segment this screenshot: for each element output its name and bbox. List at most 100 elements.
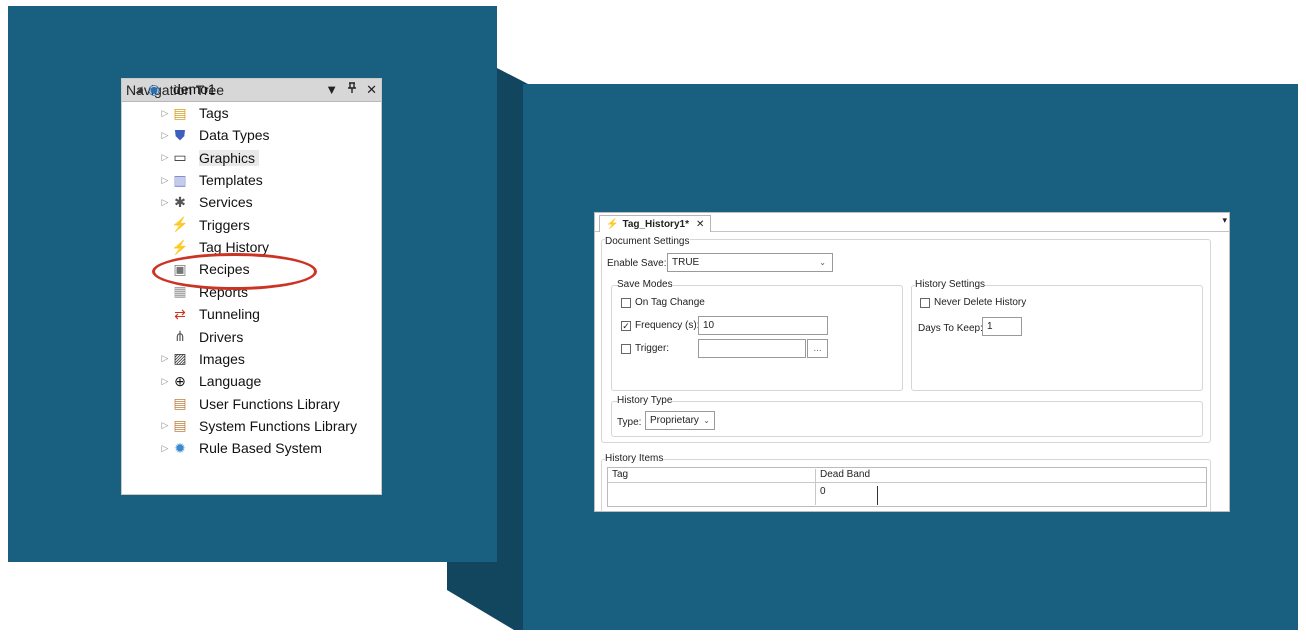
tree-item-triggers[interactable]: ⚡ Triggers bbox=[159, 214, 250, 236]
history-type-legend: History Type bbox=[617, 395, 673, 406]
table-header-row: Tag Dead Band bbox=[608, 468, 1206, 483]
tree-item-images[interactable]: ▷ ▨ Images bbox=[159, 348, 245, 370]
tree-item-label: Drivers bbox=[199, 328, 244, 345]
expand-arrow-icon[interactable]: ▷ bbox=[159, 353, 171, 364]
templates-icon: ▥ bbox=[173, 171, 187, 188]
tree-item-tunneling[interactable]: ⇄ Tunneling bbox=[159, 303, 260, 325]
project-icon: ◉ bbox=[147, 80, 161, 97]
chevron-down-icon: ⌄ bbox=[819, 258, 826, 267]
tag-cell[interactable] bbox=[608, 483, 816, 505]
tree-item-drivers[interactable]: ⋔ Drivers bbox=[159, 326, 243, 348]
history-type-value: Proprietary bbox=[650, 415, 699, 426]
expand-arrow-icon[interactable]: ▷ bbox=[159, 420, 171, 431]
tab-label: Tag_History1* bbox=[622, 218, 689, 230]
column-header-tag[interactable]: Tag bbox=[608, 469, 816, 482]
tree-item-system-functions-library[interactable]: ▷ ▤ System Functions Library bbox=[159, 415, 357, 437]
tree-item-templates[interactable]: ▷ ▥ Templates bbox=[159, 169, 263, 191]
on-tag-change-checkbox[interactable] bbox=[621, 298, 631, 308]
trigger-label: Trigger: bbox=[635, 343, 670, 354]
expand-arrow-icon[interactable]: ▷ bbox=[159, 108, 171, 119]
trigger-browse-button[interactable]: ... bbox=[807, 339, 828, 358]
tab-menu-icon[interactable]: ▾ bbox=[1222, 215, 1227, 226]
tree-item-label: Services bbox=[199, 194, 253, 211]
tag-history-document: ⚡ Tag_History1* ✕ ▾ Document Settings En… bbox=[594, 212, 1230, 512]
on-tag-change-label: On Tag Change bbox=[635, 297, 705, 308]
tunneling-icon: ⇄ bbox=[174, 305, 186, 322]
expand-arrow-icon[interactable]: ▷ bbox=[159, 376, 171, 387]
tree-item-label: User Functions Library bbox=[199, 395, 340, 412]
browse-label: ... bbox=[813, 343, 822, 354]
tags-icon: ▤ bbox=[173, 104, 187, 121]
tree-item-user-functions-library[interactable]: ▤ User Functions Library bbox=[159, 393, 340, 415]
expand-arrow-icon[interactable]: ▷ bbox=[159, 152, 171, 163]
pin-icon[interactable] bbox=[347, 82, 357, 98]
tag-history-icon: ⚡ bbox=[171, 238, 189, 255]
days-to-keep-value: 1 bbox=[987, 321, 993, 332]
tree-item-rule-based-system[interactable]: ▷ ✹ Rule Based System bbox=[159, 437, 322, 459]
expand-arrow-icon[interactable]: ▷ bbox=[159, 130, 171, 141]
services-icon: ✱ bbox=[174, 193, 186, 210]
trigger-input[interactable] bbox=[698, 339, 806, 358]
drivers-icon: ⋔ bbox=[174, 328, 186, 344]
tree-item-services[interactable]: ▷ ✱ Services bbox=[159, 191, 253, 213]
library-icon: ▤ bbox=[173, 417, 187, 434]
type-label: Type: bbox=[617, 417, 642, 428]
dead-band-cell[interactable]: 0 bbox=[816, 486, 878, 505]
tree-item-language[interactable]: ▷ ⊕ Language bbox=[159, 370, 262, 392]
expand-arrow-icon[interactable]: ▷ bbox=[159, 175, 171, 186]
tree-item-label: Rule Based System bbox=[199, 440, 322, 457]
close-icon[interactable]: ✕ bbox=[696, 219, 704, 230]
tree-root-demo1[interactable]: ◢ ◉ demo1 bbox=[133, 78, 216, 100]
close-icon[interactable]: ✕ bbox=[366, 82, 377, 98]
column-header-dead-band[interactable]: Dead Band bbox=[816, 469, 878, 482]
tree-item-label: Templates bbox=[199, 172, 263, 189]
collapse-arrow-icon[interactable]: ◢ bbox=[133, 84, 145, 95]
tree-item-label: System Functions Library bbox=[199, 417, 357, 434]
save-modes-legend: Save Modes bbox=[617, 279, 673, 290]
highlight-ellipse bbox=[152, 253, 317, 290]
enable-save-value: TRUE bbox=[672, 257, 700, 268]
gear-icon: ✹ bbox=[174, 439, 186, 456]
graphics-icon: ▭ bbox=[173, 149, 187, 166]
tree-item-tags[interactable]: ▷ ▤ Tags bbox=[159, 102, 229, 124]
expand-arrow-icon[interactable]: ▷ bbox=[159, 443, 171, 454]
language-icon: ⊕ bbox=[174, 372, 186, 389]
frequency-input[interactable]: 10 bbox=[698, 316, 828, 335]
enable-save-label: Enable Save: bbox=[607, 258, 667, 269]
library-icon: ▤ bbox=[173, 395, 187, 412]
document-tabstrip: ⚡ Tag_History1* ✕ ▾ bbox=[595, 213, 1229, 232]
tree-item-label: Images bbox=[199, 350, 245, 367]
history-items-table: Tag Dead Band 0 bbox=[607, 467, 1207, 507]
frequency-value: 10 bbox=[703, 320, 715, 331]
tree-item-data-types[interactable]: ▷ ⛊ Data Types bbox=[159, 124, 270, 146]
tree-item-label: Tunneling bbox=[199, 306, 260, 323]
days-to-keep-label: Days To Keep: bbox=[918, 323, 983, 334]
dropdown-icon[interactable]: ▼ bbox=[325, 82, 338, 98]
tree-item-label: Data Types bbox=[199, 127, 270, 144]
expand-arrow-icon[interactable]: ▷ bbox=[159, 197, 171, 208]
tag-history-icon: ⚡ bbox=[606, 218, 619, 230]
never-delete-label: Never Delete History bbox=[934, 297, 1027, 308]
frequency-label: Frequency (s): bbox=[635, 320, 700, 331]
frequency-checkbox[interactable]: ✓ bbox=[621, 321, 631, 331]
history-items-legend: History Items bbox=[605, 453, 664, 464]
data-types-icon: ⛊ bbox=[174, 126, 186, 143]
tree-item-label: Tags bbox=[199, 105, 229, 121]
history-settings-legend: History Settings bbox=[915, 279, 986, 290]
never-delete-checkbox[interactable] bbox=[920, 298, 930, 308]
triggers-icon: ⚡ bbox=[171, 216, 189, 233]
tab-tag-history[interactable]: ⚡ Tag_History1* ✕ bbox=[599, 215, 712, 232]
chevron-down-icon: ⌄ bbox=[703, 416, 710, 425]
tree-item-label: Graphics bbox=[199, 149, 260, 166]
document-settings-legend: Document Settings bbox=[605, 236, 690, 247]
enable-save-select[interactable]: TRUE ⌄ bbox=[667, 253, 833, 272]
trigger-checkbox[interactable] bbox=[621, 344, 631, 354]
tree-item-graphics[interactable]: ▷ ▭ Graphics bbox=[159, 147, 260, 169]
table-row[interactable]: 0 bbox=[608, 483, 1206, 505]
tree-item-label: demo1 bbox=[173, 81, 216, 97]
days-to-keep-input[interactable]: 1 bbox=[982, 317, 1022, 336]
history-type-select[interactable]: Proprietary ⌄ bbox=[645, 411, 715, 430]
tree-item-label: Language bbox=[199, 373, 262, 390]
images-icon: ▨ bbox=[173, 350, 187, 367]
tree-item-label: Triggers bbox=[199, 216, 250, 233]
